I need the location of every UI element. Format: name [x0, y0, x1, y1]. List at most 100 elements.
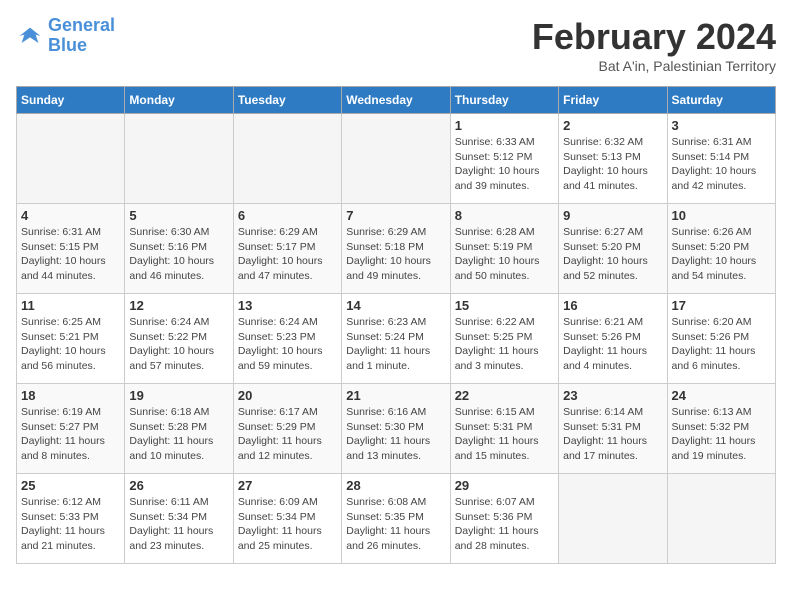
calendar-cell: 10 Sunrise: 6:26 AM Sunset: 5:20 PM Dayli… — [667, 204, 775, 294]
weekday-header: Thursday — [450, 87, 558, 114]
day-number: 21 — [346, 388, 445, 403]
day-info: Sunrise: 6:21 AM Sunset: 5:26 PM Dayligh… — [563, 315, 662, 374]
calendar-week-row: 4 Sunrise: 6:31 AM Sunset: 5:15 PM Daylig… — [17, 204, 776, 294]
day-info: Sunrise: 6:24 AM Sunset: 5:23 PM Dayligh… — [238, 315, 337, 374]
calendar-cell: 19Sunrise: 6:18 AM Sunset: 5:28 PM Dayli… — [125, 384, 233, 474]
day-number: 4 — [21, 208, 120, 223]
weekday-header: Sunday — [17, 87, 125, 114]
day-number: 20 — [238, 388, 337, 403]
day-info: Sunrise: 6:22 AM Sunset: 5:25 PM Dayligh… — [455, 315, 554, 374]
calendar-cell: 4 Sunrise: 6:31 AM Sunset: 5:15 PM Daylig… — [17, 204, 125, 294]
calendar-cell: 21 Sunrise: 6:16 AM Sunset: 5:30 PM Dayli… — [342, 384, 450, 474]
day-number: 11 — [21, 298, 120, 313]
calendar-cell: 20 Sunrise: 6:17 AM Sunset: 5:29 PM Dayli… — [233, 384, 341, 474]
calendar-cell: 24 Sunrise: 6:13 AM Sunset: 5:32 PM Dayli… — [667, 384, 775, 474]
calendar-week-row: 18 Sunrise: 6:19 AM Sunset: 5:27 PM Dayli… — [17, 384, 776, 474]
day-info: Sunrise: 6:08 AM Sunset: 5:35 PM Dayligh… — [346, 495, 445, 554]
day-number: 7 — [346, 208, 445, 223]
calendar-cell: 18 Sunrise: 6:19 AM Sunset: 5:27 PM Dayli… — [17, 384, 125, 474]
day-info: Sunrise: 6:09 AM Sunset: 5:34 PM Dayligh… — [238, 495, 337, 554]
calendar-cell — [342, 114, 450, 204]
day-info: Sunrise: 6:14 AM Sunset: 5:31 PM Dayligh… — [563, 405, 662, 464]
calendar-cell — [17, 114, 125, 204]
day-info: Sunrise: 6:33 AM Sunset: 5:12 PM Dayligh… — [455, 135, 554, 194]
day-info: Sunrise: 6:13 AM Sunset: 5:32 PM Dayligh… — [672, 405, 771, 464]
day-info: Sunrise: 6:12 AM Sunset: 5:33 PM Dayligh… — [21, 495, 120, 554]
day-number: 25 — [21, 478, 120, 493]
calendar-cell: 28 Sunrise: 6:08 AM Sunset: 5:35 PM Dayli… — [342, 474, 450, 564]
calendar-cell: 8Sunrise: 6:28 AM Sunset: 5:19 PM Daylig… — [450, 204, 558, 294]
calendar-cell: 26 Sunrise: 6:11 AM Sunset: 5:34 PM Dayli… — [125, 474, 233, 564]
day-info: Sunrise: 6:18 AM Sunset: 5:28 PM Dayligh… — [129, 405, 228, 464]
calendar-cell: 15Sunrise: 6:22 AM Sunset: 5:25 PM Dayli… — [450, 294, 558, 384]
weekday-header: Monday — [125, 87, 233, 114]
calendar-week-row: 1 Sunrise: 6:33 AM Sunset: 5:12 PM Daylig… — [17, 114, 776, 204]
day-number: 18 — [21, 388, 120, 403]
calendar-cell: 22 Sunrise: 6:15 AM Sunset: 5:31 PM Dayli… — [450, 384, 558, 474]
calendar-cell: 2Sunrise: 6:32 AM Sunset: 5:13 PM Daylig… — [559, 114, 667, 204]
day-number: 9 — [563, 208, 662, 223]
weekday-header: Friday — [559, 87, 667, 114]
calendar-cell: 5 Sunrise: 6:30 AM Sunset: 5:16 PM Daylig… — [125, 204, 233, 294]
calendar-cell: 27 Sunrise: 6:09 AM Sunset: 5:34 PM Dayli… — [233, 474, 341, 564]
day-info: Sunrise: 6:24 AM Sunset: 5:22 PM Dayligh… — [129, 315, 228, 374]
day-info: Sunrise: 6:11 AM Sunset: 5:34 PM Dayligh… — [129, 495, 228, 554]
day-number: 28 — [346, 478, 445, 493]
day-number: 26 — [129, 478, 228, 493]
calendar-week-row: 25 Sunrise: 6:12 AM Sunset: 5:33 PM Dayli… — [17, 474, 776, 564]
day-number: 17 — [672, 298, 771, 313]
calendar-table: SundayMondayTuesdayWednesdayThursdayFrid… — [16, 86, 776, 564]
calendar-cell: 12 Sunrise: 6:24 AM Sunset: 5:22 PM Dayli… — [125, 294, 233, 384]
calendar-cell — [559, 474, 667, 564]
day-info: Sunrise: 6:15 AM Sunset: 5:31 PM Dayligh… — [455, 405, 554, 464]
day-number: 27 — [238, 478, 337, 493]
day-info: Sunrise: 6:23 AM Sunset: 5:24 PM Dayligh… — [346, 315, 445, 374]
weekday-header: Tuesday — [233, 87, 341, 114]
day-info: Sunrise: 6:07 AM Sunset: 5:36 PM Dayligh… — [455, 495, 554, 554]
calendar-cell: 1 Sunrise: 6:33 AM Sunset: 5:12 PM Daylig… — [450, 114, 558, 204]
day-info: Sunrise: 6:31 AM Sunset: 5:15 PM Dayligh… — [21, 225, 120, 284]
page-header: General Blue February 2024 Bat A'in, Pal… — [16, 16, 776, 74]
day-info: Sunrise: 6:32 AM Sunset: 5:13 PM Dayligh… — [563, 135, 662, 194]
calendar-week-row: 11Sunrise: 6:25 AM Sunset: 5:21 PM Dayli… — [17, 294, 776, 384]
day-info: Sunrise: 6:20 AM Sunset: 5:26 PM Dayligh… — [672, 315, 771, 374]
day-info: Sunrise: 6:19 AM Sunset: 5:27 PM Dayligh… — [21, 405, 120, 464]
month-title: February 2024 — [532, 16, 776, 58]
day-info: Sunrise: 6:26 AM Sunset: 5:20 PM Dayligh… — [672, 225, 771, 284]
calendar-cell: 7 Sunrise: 6:29 AM Sunset: 5:18 PM Daylig… — [342, 204, 450, 294]
calendar-cell: 14Sunrise: 6:23 AM Sunset: 5:24 PM Dayli… — [342, 294, 450, 384]
calendar-cell: 11Sunrise: 6:25 AM Sunset: 5:21 PM Dayli… — [17, 294, 125, 384]
calendar-cell: 6Sunrise: 6:29 AM Sunset: 5:17 PM Daylig… — [233, 204, 341, 294]
day-number: 8 — [455, 208, 554, 223]
calendar-cell: 29 Sunrise: 6:07 AM Sunset: 5:36 PM Dayli… — [450, 474, 558, 564]
calendar-cell — [125, 114, 233, 204]
calendar-cell: 3Sunrise: 6:31 AM Sunset: 5:14 PM Daylig… — [667, 114, 775, 204]
day-number: 1 — [455, 118, 554, 133]
day-info: Sunrise: 6:17 AM Sunset: 5:29 PM Dayligh… — [238, 405, 337, 464]
day-number: 23 — [563, 388, 662, 403]
calendar-cell: 13 Sunrise: 6:24 AM Sunset: 5:23 PM Dayli… — [233, 294, 341, 384]
calendar-cell: 23 Sunrise: 6:14 AM Sunset: 5:31 PM Dayli… — [559, 384, 667, 474]
day-number: 5 — [129, 208, 228, 223]
title-section: February 2024 Bat A'in, Palestinian Terr… — [532, 16, 776, 74]
weekday-header-row: SundayMondayTuesdayWednesdayThursdayFrid… — [17, 87, 776, 114]
location-subtitle: Bat A'in, Palestinian Territory — [532, 58, 776, 74]
day-number: 29 — [455, 478, 554, 493]
day-number: 6 — [238, 208, 337, 223]
calendar-cell — [667, 474, 775, 564]
day-info: Sunrise: 6:27 AM Sunset: 5:20 PM Dayligh… — [563, 225, 662, 284]
day-number: 24 — [672, 388, 771, 403]
day-info: Sunrise: 6:16 AM Sunset: 5:30 PM Dayligh… — [346, 405, 445, 464]
logo-text: General Blue — [48, 16, 115, 56]
day-number: 13 — [238, 298, 337, 313]
weekday-header: Wednesday — [342, 87, 450, 114]
calendar-cell: 17 Sunrise: 6:20 AM Sunset: 5:26 PM Dayli… — [667, 294, 775, 384]
calendar-cell: 25 Sunrise: 6:12 AM Sunset: 5:33 PM Dayli… — [17, 474, 125, 564]
day-info: Sunrise: 6:29 AM Sunset: 5:18 PM Dayligh… — [346, 225, 445, 284]
day-number: 10 — [672, 208, 771, 223]
day-number: 12 — [129, 298, 228, 313]
calendar-cell: 9 Sunrise: 6:27 AM Sunset: 5:20 PM Daylig… — [559, 204, 667, 294]
day-number: 22 — [455, 388, 554, 403]
day-info: Sunrise: 6:30 AM Sunset: 5:16 PM Dayligh… — [129, 225, 228, 284]
day-number: 3 — [672, 118, 771, 133]
